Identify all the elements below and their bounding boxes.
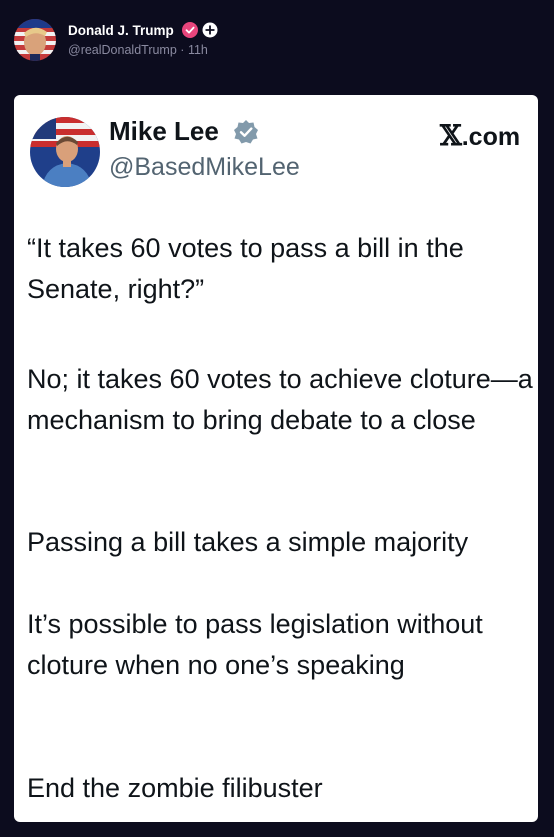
tweet-paragraph-2: No; it takes 60 votes to achieve cloture…	[27, 364, 533, 435]
x-mark: 𝕏	[440, 119, 462, 152]
author-handle[interactable]: @realDonaldTrump	[68, 43, 177, 57]
embed-avatar	[30, 117, 100, 187]
separator-dot: ·	[180, 43, 185, 57]
verified-badge-icon	[182, 22, 198, 38]
tweet-paragraph-4: It’s possible to pass legislation withou…	[27, 609, 483, 680]
author-avatar[interactable]	[14, 19, 56, 61]
x-domain-label: .com	[461, 123, 521, 151]
author-name[interactable]: Donald J. Trump	[68, 23, 174, 38]
handle-row: @realDonaldTrump · 11h	[68, 43, 208, 57]
tweet-paragraph-5: End the zombie filibuster	[27, 773, 323, 803]
embedded-tweet-card[interactable]: Mike Lee @BasedMikeLee 𝕏.com “It takes 6…	[14, 95, 538, 822]
embed-author-name: Mike Lee	[109, 116, 219, 146]
post-header: Donald J. Trump @realDonaldTrump · 11h	[0, 0, 554, 80]
x-logo-icon: 𝕏.com	[440, 119, 520, 152]
tweet-paragraph-1: “It takes 60 votes to pass a bill in the…	[27, 233, 464, 304]
post-time[interactable]: 11h	[188, 43, 208, 57]
plus-icon[interactable]	[202, 22, 218, 38]
tweet-paragraph-3: Passing a bill takes a simple majority	[27, 527, 469, 557]
embed-author-handle: @BasedMikeLee	[109, 153, 300, 181]
verified-badge-icon	[234, 120, 258, 144]
